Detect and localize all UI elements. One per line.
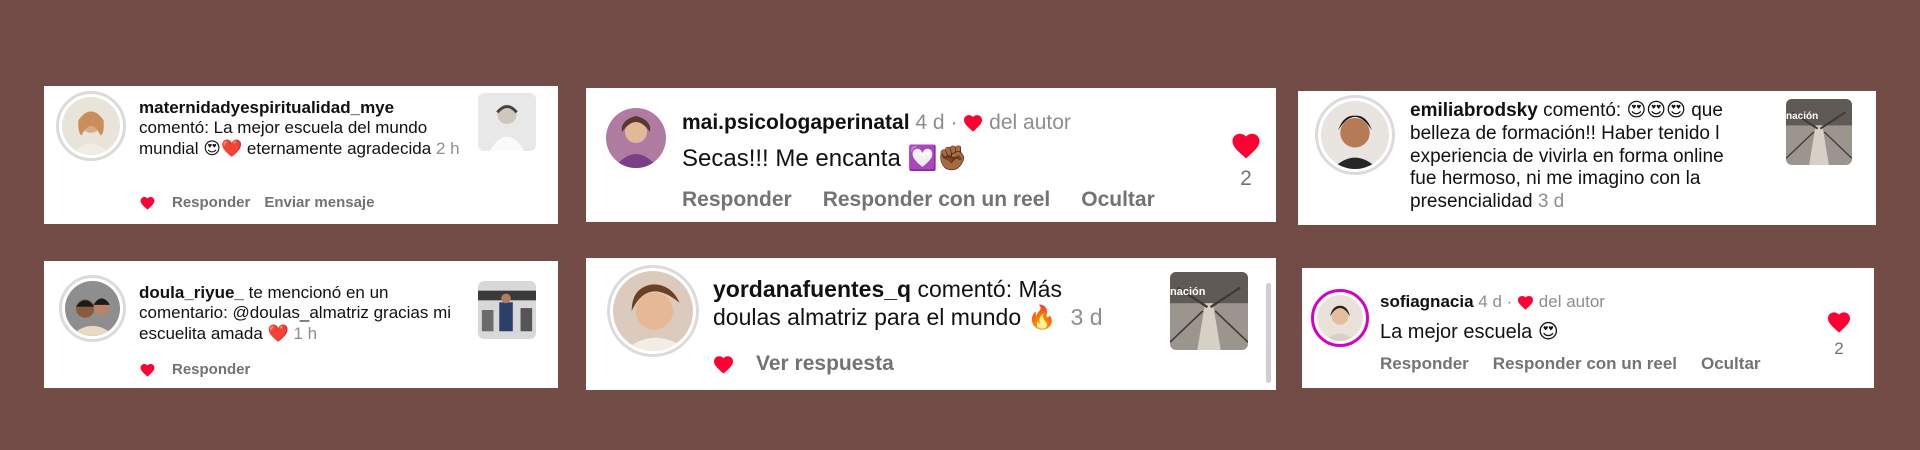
reply-with-reel-button[interactable]: Responder con un reel: [823, 188, 1051, 212]
thumbnail-caption: nación: [1170, 286, 1206, 298]
separator: ·: [1506, 292, 1513, 311]
post-thumbnail[interactable]: [478, 93, 536, 151]
action-bar: Responder Enviar mensaje: [140, 194, 374, 211]
author-like-label: del autor: [989, 111, 1071, 134]
separator: ·: [950, 111, 958, 134]
emoji: 😍❤️: [203, 138, 243, 159]
profile-photo-icon: [65, 281, 120, 336]
author-like-label: del autor: [1538, 292, 1605, 311]
comment-body-2: eternamente agradecida: [246, 138, 432, 158]
notification-card-4[interactable]: doula_riyue_ te mencionó en un comentari…: [44, 261, 558, 388]
emoji: 😍: [1537, 319, 1559, 343]
username[interactable]: yordanafuentes_q: [713, 276, 911, 302]
profile-photo-icon: [606, 108, 666, 168]
comment-text: doula_riyue_ te mencionó en un comentari…: [139, 283, 474, 344]
username[interactable]: mai.psicologaperinatal: [682, 111, 910, 134]
scrollbar[interactable]: [1266, 283, 1271, 383]
reply-button[interactable]: Responder: [1380, 354, 1469, 374]
post-thumbnail[interactable]: nación: [1170, 272, 1248, 350]
like-heart-icon[interactable]: [1827, 311, 1851, 333]
comment-text: Secas!!! Me encanta: [682, 145, 901, 172]
emoji: 😍😍😍: [1626, 99, 1686, 121]
emoji: 🔥: [1027, 304, 1057, 331]
like-control: 2: [1224, 132, 1268, 191]
like-heart-icon[interactable]: [140, 196, 155, 210]
avatar[interactable]: [56, 91, 126, 161]
author-heart-icon: [963, 114, 983, 132]
username[interactable]: sofiagnacia: [1380, 292, 1474, 311]
post-thumbnail-icon: [478, 281, 536, 339]
like-count: 2: [1834, 339, 1844, 358]
reply-button[interactable]: Responder: [682, 188, 792, 212]
post-thumbnail-icon: [478, 93, 536, 151]
comment-body: La mejor escuela 😍: [1380, 319, 1559, 344]
send-message-button[interactable]: Enviar mensaje: [264, 194, 374, 211]
like-heart-icon[interactable]: [140, 363, 155, 377]
comment-text: La mejor escuela: [1380, 321, 1533, 343]
bridge-photo-icon: [1170, 272, 1248, 350]
username[interactable]: emiliabrodsky: [1410, 100, 1538, 121]
like-heart-icon[interactable]: [1231, 132, 1261, 159]
like-count: 2: [1240, 167, 1252, 190]
post-thumbnail[interactable]: nación: [1786, 99, 1852, 165]
username[interactable]: maternidadyespiritualidad_mye: [139, 98, 394, 117]
action-bar: Responder Responder con un reel Ocultar: [1380, 354, 1761, 374]
comment-header: mai.psicologaperinatal 4 d · del autor: [682, 110, 1071, 135]
comment-text: yordanafuentes_q comentó: Más doulas alm…: [713, 276, 1123, 332]
view-reply-button[interactable]: Ver respuesta: [756, 352, 894, 376]
avatar[interactable]: [59, 275, 126, 342]
timestamp: 3 d: [1070, 303, 1103, 330]
timestamp: 3 d: [1537, 191, 1565, 213]
notification-card-2[interactable]: mai.psicologaperinatal 4 d · del autor S…: [586, 88, 1276, 222]
profile-photo-icon: [1317, 295, 1363, 341]
timestamp: 2 h: [435, 138, 460, 158]
avatar[interactable]: [606, 108, 666, 168]
username[interactable]: doula_riyue_: [139, 283, 244, 302]
avatar[interactable]: [1311, 289, 1369, 347]
notification-card-1[interactable]: maternidadyespiritualidad_mye comentó: L…: [44, 86, 558, 224]
comment-verb: comentó:: [1543, 100, 1622, 121]
emoji: 💟✊🏾: [907, 144, 968, 172]
notification-card-5[interactable]: yordanafuentes_q comentó: Más doulas alm…: [586, 258, 1276, 390]
notification-card-3[interactable]: emiliabrodsky comentó: 😍😍😍 que belleza d…: [1298, 91, 1876, 225]
comment-body: Secas!!! Me encanta 💟✊🏾: [682, 144, 967, 174]
profile-photo-icon: [62, 97, 120, 155]
timestamp: 1 h: [293, 323, 318, 343]
action-bar: Responder Responder con un reel Ocultar: [682, 188, 1155, 212]
action-bar: Responder: [140, 361, 250, 378]
reply-with-reel-button[interactable]: Responder con un reel: [1493, 354, 1677, 374]
avatar[interactable]: [1315, 95, 1395, 175]
timestamp: 4 d: [915, 111, 945, 134]
timestamp: 4 d: [1478, 292, 1502, 311]
author-heart-icon: [1517, 295, 1534, 310]
reply-button[interactable]: Responder: [172, 194, 250, 211]
post-thumbnail[interactable]: [478, 281, 536, 339]
hide-button[interactable]: Ocultar: [1701, 354, 1761, 374]
bridge-photo-icon: [1786, 99, 1852, 165]
thumbnail-caption: nación: [1786, 111, 1819, 122]
comment-text: maternidadyespiritualidad_mye comentó: L…: [139, 98, 479, 159]
like-control: 2: [1819, 311, 1859, 359]
notification-card-6[interactable]: sofiagnacia 4 d · del autor La mejor esc…: [1302, 268, 1874, 388]
profile-photo-icon: [1321, 101, 1389, 169]
reply-button[interactable]: Responder: [172, 361, 250, 378]
like-heart-icon[interactable]: [713, 355, 734, 374]
profile-photo-icon: [613, 271, 693, 351]
hide-button[interactable]: Ocultar: [1081, 188, 1155, 212]
avatar[interactable]: [607, 265, 699, 357]
action-bar: Ver respuesta: [713, 352, 894, 376]
emoji: ❤️: [267, 323, 289, 344]
comment-text: emiliabrodsky comentó: 😍😍😍 que belleza d…: [1410, 99, 1750, 214]
comment-header: sofiagnacia 4 d · del autor: [1380, 292, 1605, 312]
